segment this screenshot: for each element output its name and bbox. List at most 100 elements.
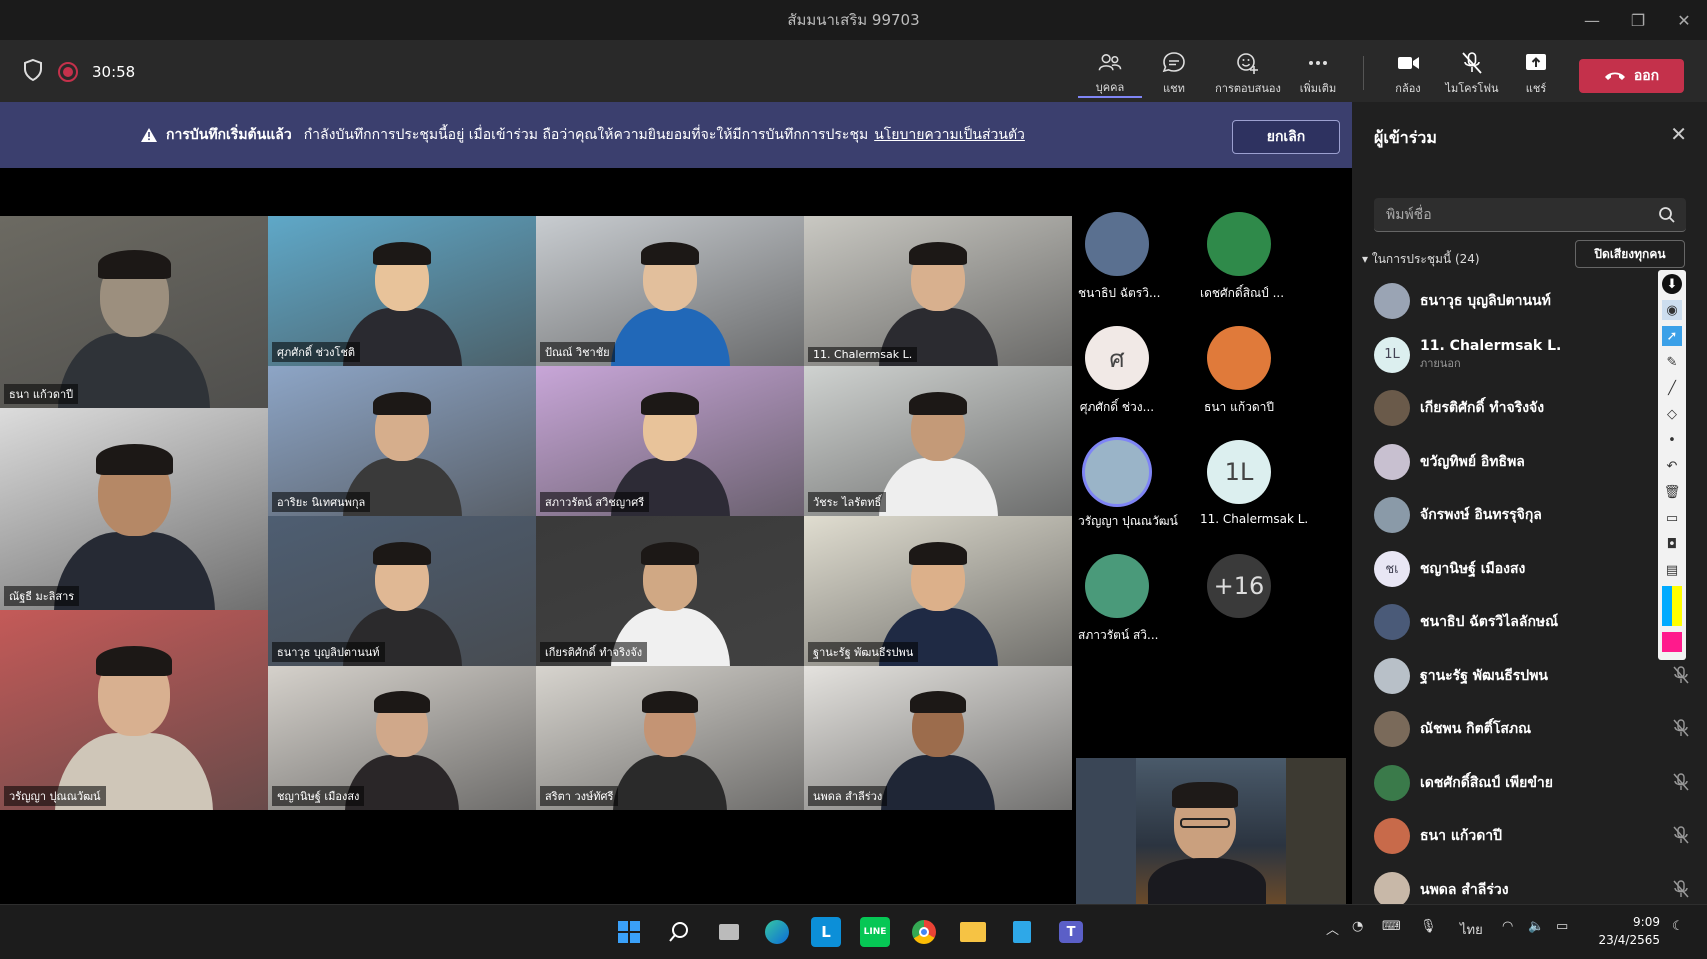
roster-avatar[interactable]: สภาวรัตน์ สวิ...: [1078, 554, 1158, 645]
avatar: [1085, 440, 1149, 504]
mic-off-icon[interactable]: [1672, 825, 1690, 849]
roster-avatar[interactable]: วรัญญา ปุณณวัฒน์: [1078, 440, 1178, 531]
participant-body: [58, 333, 210, 408]
wifi-icon[interactable]: ◠: [1502, 919, 1513, 934]
chrome-icon[interactable]: [909, 917, 939, 947]
video-tile[interactable]: วรัญญา ปุณณวัฒน์: [0, 610, 268, 810]
notifications-icon[interactable]: ☾: [1672, 919, 1684, 934]
roster-avatar[interactable]: ชนาธิป ฉัตรวิ...: [1078, 212, 1160, 303]
close-panel-icon[interactable]: ✕: [1670, 122, 1687, 146]
tray-chevron-icon[interactable]: ︿: [1326, 919, 1339, 938]
mic-tray-icon[interactable]: 🎙: [1420, 919, 1437, 934]
keyboard-icon[interactable]: ⌨: [1382, 919, 1401, 934]
tray-app-icon[interactable]: ◔: [1352, 919, 1363, 934]
edge-browser-icon[interactable]: [762, 917, 792, 947]
cancel-recording-button[interactable]: ยกเลิก: [1232, 120, 1340, 154]
participant-row[interactable]: ฐานะรัฐ พัฒนธีรปพน: [1374, 651, 1694, 701]
participant-hair: [373, 542, 431, 565]
video-tile-name: ณัฐธี มะลิสาร: [4, 586, 80, 606]
self-view-video[interactable]: [1076, 758, 1346, 904]
participant-row[interactable]: ธนาวุธ บุญลิปตานนท์: [1374, 276, 1694, 326]
leave-button[interactable]: ออก: [1579, 59, 1684, 93]
trash-icon[interactable]: 🗑: [1662, 482, 1682, 502]
task-view-icon[interactable]: [714, 917, 744, 947]
mic-off-icon[interactable]: [1672, 665, 1690, 689]
video-tile[interactable]: นพดล สำลีร่วง: [804, 666, 1072, 810]
shield-icon[interactable]: [22, 58, 44, 86]
battery-icon[interactable]: ▭: [1556, 919, 1568, 934]
video-tile[interactable]: เกียรติศักดิ์ ทำจริงจัง: [536, 516, 804, 666]
undo-icon[interactable]: ↶: [1662, 456, 1682, 476]
pin-icon[interactable]: ⬇: [1662, 274, 1682, 294]
in-meeting-section[interactable]: ▾ ในการประชุมนี้ (24): [1362, 250, 1480, 269]
video-tile[interactable]: 11. Chalermsak L.: [804, 216, 1072, 366]
roster-avatar[interactable]: ศศุภศักดิ์ ช่วง...: [1078, 326, 1156, 417]
system-clock[interactable]: 9:09 23/4/2565: [1590, 913, 1660, 949]
video-tile[interactable]: สริตา วงษ์ทัศรี: [536, 666, 804, 810]
avatar: [1374, 497, 1410, 533]
roster-avatar[interactable]: เดชศักดิ์สิณป์ ...: [1200, 212, 1284, 303]
video-tile[interactable]: สภาวรัตน์ สวิชญาศรี: [536, 366, 804, 516]
mic-off-icon[interactable]: [1672, 718, 1690, 742]
file-explorer-icon[interactable]: [958, 917, 988, 947]
cursor-icon[interactable]: ➚: [1662, 326, 1682, 346]
minimize-button[interactable]: —: [1569, 0, 1615, 40]
video-tile[interactable]: อาริยะ นิเทศนพกุล: [268, 366, 536, 516]
participant-row[interactable]: 1L 11. Chalermsak L. ภายนอก: [1374, 330, 1694, 380]
participant-subtitle: ภายนอก: [1420, 356, 1461, 370]
participant-row[interactable]: ธนา แก้วดาปี: [1374, 811, 1694, 861]
color-swatch-icon[interactable]: [1662, 586, 1682, 626]
pencil-icon[interactable]: ✎: [1662, 352, 1682, 372]
video-tile[interactable]: ศุภศักดิ์ ช่วงโชติ: [268, 216, 536, 366]
notepad-icon[interactable]: [1007, 917, 1037, 947]
search-taskbar-icon[interactable]: [664, 917, 694, 947]
chat-button[interactable]: แชท: [1142, 50, 1206, 98]
people-button[interactable]: บุคคล: [1078, 50, 1142, 98]
screen-icon[interactable]: ▭: [1662, 508, 1682, 528]
teams-icon[interactable]: T: [1056, 917, 1086, 947]
microphone-button[interactable]: ไมโครโฟน: [1440, 50, 1504, 98]
line-icon[interactable]: ╱: [1662, 378, 1682, 398]
participant-row[interactable]: ขวัญทิพย์ อิทธิพล: [1374, 437, 1694, 487]
eraser-icon[interactable]: ◇: [1662, 404, 1682, 424]
roster-avatar[interactable]: 1L 11. Chalermsak L.: [1200, 440, 1308, 526]
video-tile[interactable]: ชญานิษฐ์ เมืองสง: [268, 666, 536, 810]
start-icon[interactable]: [614, 917, 644, 947]
mute-all-button[interactable]: ปิดเสียงทุกคน: [1575, 240, 1685, 268]
share-button[interactable]: แชร์: [1504, 50, 1568, 98]
camera-button[interactable]: กล้อง: [1376, 50, 1440, 98]
participant-row[interactable]: ชนาธิป ฉัตรวิไลลักษณ์: [1374, 597, 1694, 647]
participant-row[interactable]: ณัชพน กิตติ์โสภณ: [1374, 704, 1694, 754]
roster-avatar[interactable]: ธนา แก้วดาปี: [1200, 326, 1278, 417]
participant-row[interactable]: ชเ ชญานิษฐ์ เมืองสง: [1374, 544, 1694, 594]
more-button[interactable]: เพิ่มเติม: [1286, 50, 1350, 98]
video-tile[interactable]: ธนา แก้วดาปี: [0, 216, 268, 408]
video-tile[interactable]: ธนาวุธ บุญลิปตานนท์: [268, 516, 536, 666]
participant-search-input[interactable]: พิมพ์ชื่อ: [1374, 198, 1686, 232]
line-app-icon[interactable]: LINE: [860, 917, 890, 947]
dot-icon[interactable]: •: [1662, 430, 1682, 450]
video-tile[interactable]: วัชระ ไลรัตทธิ์: [804, 366, 1072, 516]
close-window-button[interactable]: ✕: [1661, 0, 1707, 40]
camera-snap-icon[interactable]: ◘: [1662, 534, 1682, 554]
video-tile[interactable]: ปัณณ์ วิชาชัย: [536, 216, 804, 366]
color-magenta-icon[interactable]: [1662, 632, 1682, 652]
participant-hair: [909, 392, 967, 415]
app-l-icon[interactable]: L: [811, 917, 841, 947]
clipboard-icon[interactable]: ▤: [1662, 560, 1682, 580]
video-tile[interactable]: ฐานะรัฐ พัฒนธีรปพน: [804, 516, 1072, 666]
participant-name: ฐานะรัฐ พัฒนธีรปพน: [1420, 667, 1548, 684]
privacy-policy-link[interactable]: นโยบายความเป็นส่วนตัว: [874, 124, 1025, 146]
roster-avatar[interactable]: +16: [1200, 554, 1278, 626]
mic-off-icon[interactable]: [1672, 772, 1690, 796]
participant-row[interactable]: เดชศักดิ์สิณป์ เพียขำย: [1374, 758, 1694, 808]
eye-icon[interactable]: ◉: [1662, 300, 1682, 320]
participant-row[interactable]: จักรพงษ์ อินทรรุจิกุล: [1374, 490, 1694, 540]
volume-icon[interactable]: 🔈: [1528, 919, 1544, 934]
restore-button[interactable]: ❐: [1615, 0, 1661, 40]
mic-off-icon[interactable]: [1672, 879, 1690, 903]
video-tile[interactable]: ณัฐธี มะลิสาร: [0, 408, 268, 610]
language-indicator[interactable]: ไทย: [1460, 919, 1483, 940]
participant-row[interactable]: เกียรติศักดิ์ ทำจริงจัง: [1374, 383, 1694, 433]
reactions-button[interactable]: การตอบสนอง: [1214, 50, 1282, 98]
